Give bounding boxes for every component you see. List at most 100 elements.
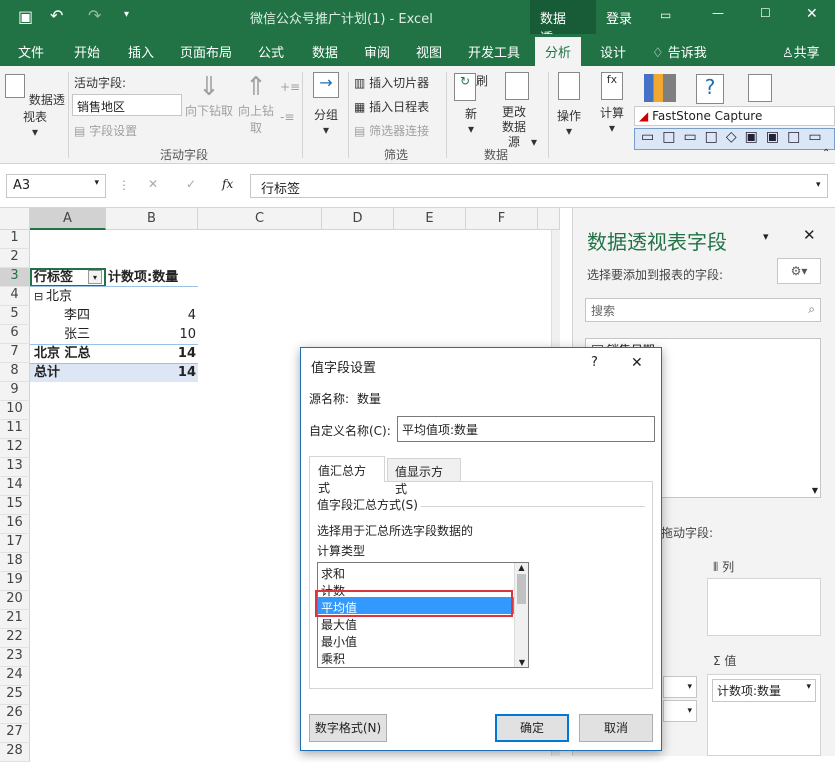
minimize-icon[interactable]: — [712,6,724,20]
filter-dropdown-icon[interactable]: ▾ [88,270,102,284]
tab-developer[interactable]: 开发工具 [468,42,520,61]
tab-file[interactable]: 文件 [18,42,44,61]
row-header[interactable]: 11 [0,420,30,439]
row-header[interactable]: 18 [0,553,30,572]
ok-button[interactable]: 确定 [495,714,569,742]
row-header[interactable]: 23 [0,648,30,667]
pivot-chart-icon[interactable] [644,74,676,102]
close-icon[interactable]: ✕ [803,226,816,244]
tab-review[interactable]: 审阅 [364,42,390,61]
row-header[interactable]: 2 [0,249,30,268]
tab-design[interactable]: 设计 [600,42,626,61]
row-header[interactable]: 8 [0,363,30,382]
change-data-source-button[interactable]: 更改数据源 ▾ [492,72,542,150]
recommended-pivot-icon[interactable]: ? [696,74,724,104]
columns-drop-area[interactable] [707,578,821,636]
chevron-down-icon[interactable]: ▼ [812,486,818,495]
refresh-button[interactable]: ↻ 刷新 ▾ [452,72,490,136]
cancel-button[interactable]: 取消 [579,714,653,742]
values-drop-area[interactable]: 计数项:数量 ▾ [707,674,821,756]
column-header-f[interactable]: F [466,208,538,230]
confirm-entry-icon[interactable]: ✓ [186,177,196,191]
actions-button[interactable]: 操作 ▾ [554,72,584,138]
formula-input[interactable]: 行标签 [250,174,828,198]
tab-insert[interactable]: 插入 [128,42,154,61]
row-header[interactable]: 15 [0,496,30,515]
row-header[interactable]: 14 [0,477,30,496]
drill-up-button[interactable]: ⇑ 向上钻取 [236,72,276,136]
scroll-thumb[interactable] [517,574,526,604]
pivot-item-label[interactable]: 李四 [64,306,90,325]
qat-customize-icon[interactable]: ▾ [124,9,129,20]
row-header[interactable]: 26 [0,705,30,724]
pivot-subtotal-value[interactable]: 14 [106,344,196,363]
insert-slicer-button[interactable]: ▥ 插入切片器 [354,74,429,91]
row-header[interactable]: 12 [0,439,30,458]
expand-field-icon[interactable]: +≡ [280,80,300,94]
custom-name-input[interactable]: 平均值项:数量 [397,416,655,442]
row-header[interactable]: 25 [0,686,30,705]
row-header[interactable]: 27 [0,724,30,743]
show-hide-icon[interactable] [748,74,772,102]
row-header[interactable]: 20 [0,591,30,610]
login-link[interactable]: 登录 [606,8,632,27]
calculations-button[interactable]: fx计算 ▾ [596,72,628,135]
tab-analyze[interactable]: 分析 [535,37,582,66]
tab-summarize-by[interactable]: 值汇总方式 [309,456,385,495]
save-icon[interactable]: ▣ [18,7,33,26]
value-field-chip[interactable]: 计数项:数量 ▾ [712,679,816,702]
field-settings-button[interactable]: ▤ 字段设置 [74,122,137,139]
list-item[interactable]: 乘积 [318,648,528,666]
row-header[interactable]: 6 [0,325,30,344]
tell-me-search[interactable]: ♢ 告诉我 [652,42,707,61]
pivot-item-value[interactable]: 10 [106,325,196,344]
row-header[interactable]: 22 [0,629,30,648]
column-header-b[interactable]: B [106,208,198,230]
collapse-field-icon[interactable]: -≡ [280,110,294,124]
column-header-a[interactable]: A [30,208,106,230]
cancel-entry-icon[interactable]: ✕ [148,177,158,191]
gear-icon[interactable]: ⚙▾ [777,258,821,284]
column-header-e[interactable]: E [394,208,466,230]
chevron-up-icon[interactable]: ▲ [515,563,528,572]
maximize-icon[interactable]: ☐ [760,6,771,20]
chevron-down-icon[interactable]: ▼ [515,658,528,667]
expand-formula-icon[interactable]: ▾ [816,180,821,190]
row-header[interactable]: 28 [0,743,30,762]
row-header[interactable]: 24 [0,667,30,686]
tab-view[interactable]: 视图 [416,42,442,61]
collapse-icon[interactable]: ⊟ [34,287,43,306]
tab-formulas[interactable]: 公式 [258,42,284,61]
pivot-grand-total-label[interactable]: 总计 [34,363,60,382]
tab-home[interactable]: 开始 [74,42,100,61]
number-format-button[interactable]: 数字格式(N) [309,714,387,742]
tab-data[interactable]: 数据 [312,42,338,61]
drill-down-button[interactable]: ⇓ 向下钻取 [184,72,234,119]
pivot-table-button[interactable]: 数据透视表 ▾ [4,74,66,139]
collapse-ribbon-icon[interactable]: ⌃ [822,148,830,159]
row-header[interactable]: 13 [0,458,30,477]
insert-function-icon[interactable]: fx [222,177,233,191]
row-header[interactable]: 5 [0,306,30,325]
chevron-down-icon[interactable]: ▾ [763,230,769,243]
field-search-input[interactable]: 搜索 ⌕ [585,298,821,322]
row-header[interactable]: 16 [0,515,30,534]
tab-show-values-as[interactable]: 值显示方式 [387,458,461,496]
pivot-item-value[interactable]: 4 [106,306,196,325]
redo-icon[interactable]: ↷ [88,6,101,25]
close-icon[interactable]: ✕ [806,6,818,22]
pivot-value-header[interactable]: 计数项:数量 [108,268,178,287]
pivot-item-label[interactable]: 张三 [64,325,90,344]
close-icon[interactable]: ✕ [631,355,643,371]
row-header[interactable]: 21 [0,610,30,629]
row-header[interactable]: 4 [0,287,30,306]
column-header-c[interactable]: C [198,208,322,230]
pivot-row-label-header[interactable]: 行标签 [34,268,73,287]
row-field-dropdown[interactable]: ▾ [663,676,697,698]
help-button[interactable]: ? [591,355,598,370]
share-button[interactable]: ♙共享 [782,42,820,61]
list-item[interactable]: 最小值 [318,631,528,649]
select-all-corner[interactable] [0,208,30,230]
row-header[interactable]: 1 [0,230,30,249]
active-field-input[interactable]: 销售地区 [72,94,182,116]
